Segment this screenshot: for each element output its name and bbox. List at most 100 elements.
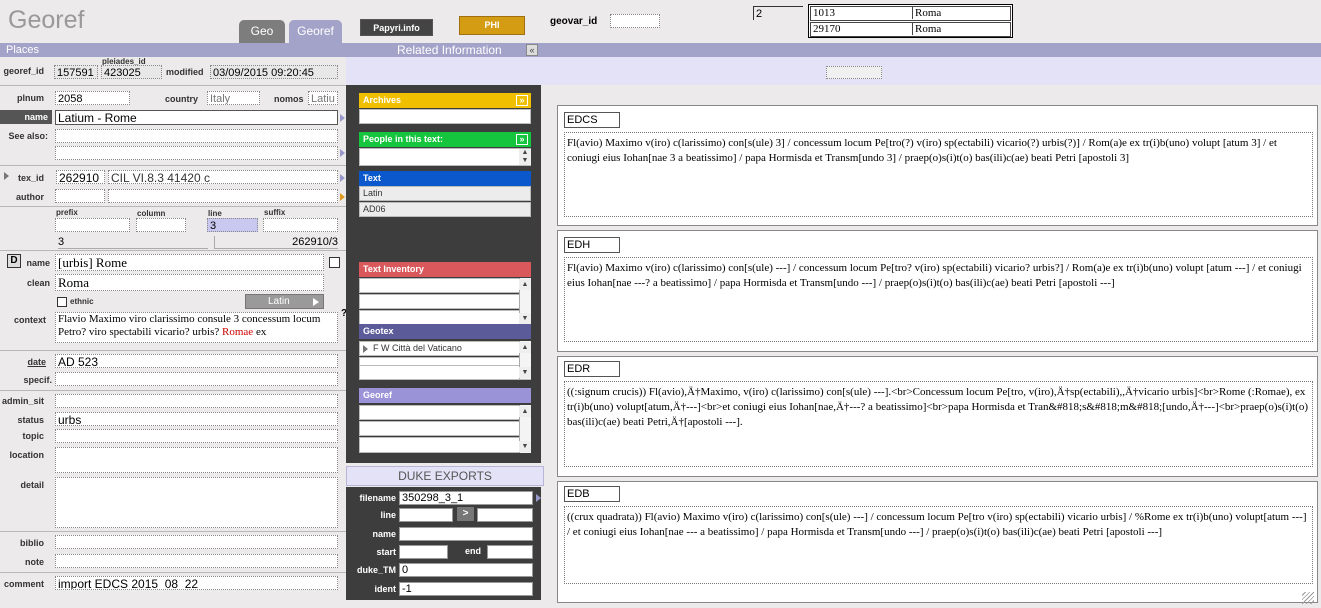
detail-field[interactable] — [55, 477, 338, 528]
archives-row[interactable] — [359, 109, 531, 124]
duke-filename-arrow-icon[interactable] — [536, 494, 541, 502]
country-field[interactable]: Italy — [207, 91, 260, 105]
admin-field[interactable] — [55, 394, 338, 408]
match-name: Roma — [912, 7, 941, 19]
georef-row[interactable] — [359, 421, 531, 436]
geotex-label: Geotex — [363, 326, 394, 336]
author-field-2[interactable] — [108, 189, 338, 203]
seealso-arrow-icon[interactable] — [340, 149, 345, 157]
date-field[interactable]: AD 523 — [55, 354, 338, 368]
source-label: EDCS — [564, 112, 620, 128]
note-field[interactable] — [55, 554, 338, 568]
inventory-scroll-up-icon[interactable]: ▲ — [519, 279, 531, 290]
nomos-field[interactable]: Latiu — [308, 91, 338, 105]
inventory-row[interactable] — [359, 310, 531, 325]
georef-scroll-down-icon[interactable]: ▼ — [519, 441, 531, 452]
line-value: 3 — [58, 236, 208, 249]
georef-row[interactable] — [359, 405, 531, 420]
seealso-field-1[interactable] — [55, 129, 338, 143]
name-arrow-icon[interactable] — [340, 114, 345, 122]
people-row[interactable] — [359, 148, 531, 166]
context-field[interactable]: Flavio Maximo viro clarissimo consule 3 … — [55, 312, 338, 343]
duke-line-arrow[interactable]: > — [457, 507, 474, 521]
context-tail: ex — [255, 326, 267, 338]
inventory-row[interactable] — [359, 278, 531, 293]
source-label: EDH — [564, 237, 620, 253]
source-text[interactable]: ((:signum crucis)) Fl(avio),Ä†Maximo, v(… — [564, 381, 1313, 467]
comment-field[interactable]: import EDCS 2015_08_22 — [55, 576, 338, 590]
duke-end-label: end — [465, 546, 482, 556]
duke-name-field[interactable] — [399, 527, 533, 541]
duke-filename-field[interactable]: 350298_3_1 — [399, 491, 533, 505]
geovar-field[interactable] — [610, 14, 660, 28]
phi-button[interactable]: PHI — [459, 16, 525, 35]
biblio-field[interactable] — [55, 535, 338, 549]
source-text[interactable]: ((crux quadrata)) Fl(avio) Maximo v(iro)… — [564, 506, 1313, 584]
people-scroll-up-icon[interactable]: ▲ — [519, 149, 531, 157]
collapse-button[interactable]: « — [526, 44, 538, 56]
archives-open-button[interactable]: » — [516, 95, 528, 106]
inventory-scroll-down-icon[interactable]: ▼ — [519, 313, 531, 324]
tab-geo[interactable]: Geo — [239, 20, 285, 43]
specif-field[interactable] — [55, 372, 338, 386]
source-text[interactable]: Fl(avio) Maximo v(iro) c(larissimo) con[… — [564, 132, 1313, 217]
match-row[interactable]: 29170 Roma — [810, 22, 1011, 37]
name2-checkbox[interactable] — [329, 257, 340, 268]
context-label: context — [13, 315, 46, 325]
pleiades-id-field[interactable]: 423025 — [101, 65, 162, 79]
ethnic-checkbox[interactable] — [57, 297, 67, 307]
status-field[interactable]: urbs — [55, 412, 338, 426]
people-scroll-down-icon[interactable]: ▼ — [519, 157, 531, 165]
author-label: author — [16, 192, 44, 202]
tab-georef[interactable]: Georef — [289, 20, 342, 43]
duke-end-field[interactable] — [487, 545, 533, 559]
location-label: location — [9, 450, 44, 460]
name2-field[interactable]: [urbis] Rome — [55, 254, 324, 271]
prefix-field[interactable] — [55, 218, 130, 232]
tex-ref-field[interactable]: CIL VI.8.3 41420 c — [108, 170, 338, 184]
text-row[interactable]: Latin — [359, 186, 531, 201]
people-header: People in this text: — [359, 132, 531, 147]
author-arrow-icon[interactable] — [340, 193, 345, 201]
papyri-button[interactable]: Papyri.info — [360, 19, 433, 36]
name-field[interactable]: Latium - Rome — [55, 110, 338, 125]
geotex-scroll-down-icon[interactable]: ▼ — [519, 367, 531, 378]
georef-row[interactable] — [359, 437, 531, 453]
geotex-scroll-up-icon[interactable]: ▲ — [519, 342, 531, 353]
geotex-row[interactable] — [359, 365, 531, 380]
source-text[interactable]: Fl(avio) Maximo v(iro) c(larissimo) con[… — [564, 257, 1313, 342]
suffix-field[interactable] — [263, 218, 338, 232]
inventory-row[interactable] — [359, 294, 531, 309]
column-field[interactable] — [136, 218, 186, 232]
location-field[interactable] — [55, 447, 338, 473]
duke-line-field[interactable] — [399, 508, 453, 522]
duke-ident-field[interactable]: -1 — [399, 582, 533, 596]
match-name: Roma — [912, 23, 941, 35]
georef-panel-label: Georef — [363, 390, 393, 400]
georef-scroll-up-icon[interactable]: ▲ — [519, 406, 531, 417]
text-row[interactable]: AD06 — [359, 202, 531, 217]
duke-start-field[interactable] — [399, 545, 448, 559]
seealso-field-2[interactable] — [55, 146, 338, 160]
resize-grip-icon[interactable] — [1302, 592, 1314, 604]
duke-line-field-2[interactable] — [477, 508, 533, 522]
texid-arrow-icon[interactable] — [340, 174, 345, 182]
georef-id-field[interactable]: 157591 — [54, 65, 98, 79]
clean-field[interactable]: Roma — [55, 274, 324, 291]
line-field[interactable]: 3 — [207, 218, 258, 232]
language-button[interactable]: Latin — [245, 294, 324, 309]
people-open-button[interactable]: » — [516, 134, 528, 145]
author-field-1[interactable] — [55, 189, 105, 203]
geotex-expand-icon[interactable] — [363, 344, 368, 353]
source-box-edb: EDB ((crux quadrata)) Fl(avio) Maximo v(… — [557, 481, 1318, 603]
topic-label: topic — [22, 431, 45, 441]
duke-tm-field[interactable]: 0 — [399, 563, 533, 577]
context-highlight: Romae — [222, 326, 254, 338]
topic-field[interactable] — [55, 429, 338, 443]
plnum-field[interactable]: 2058 — [55, 91, 130, 105]
archives-header: Archives — [359, 93, 531, 108]
related-field[interactable] — [826, 66, 882, 79]
match-row[interactable]: 1013 Roma — [810, 6, 1011, 21]
geotex-row[interactable]: F W Città del Vaticano — [359, 341, 531, 356]
texid-field[interactable]: 262910 — [56, 170, 105, 184]
